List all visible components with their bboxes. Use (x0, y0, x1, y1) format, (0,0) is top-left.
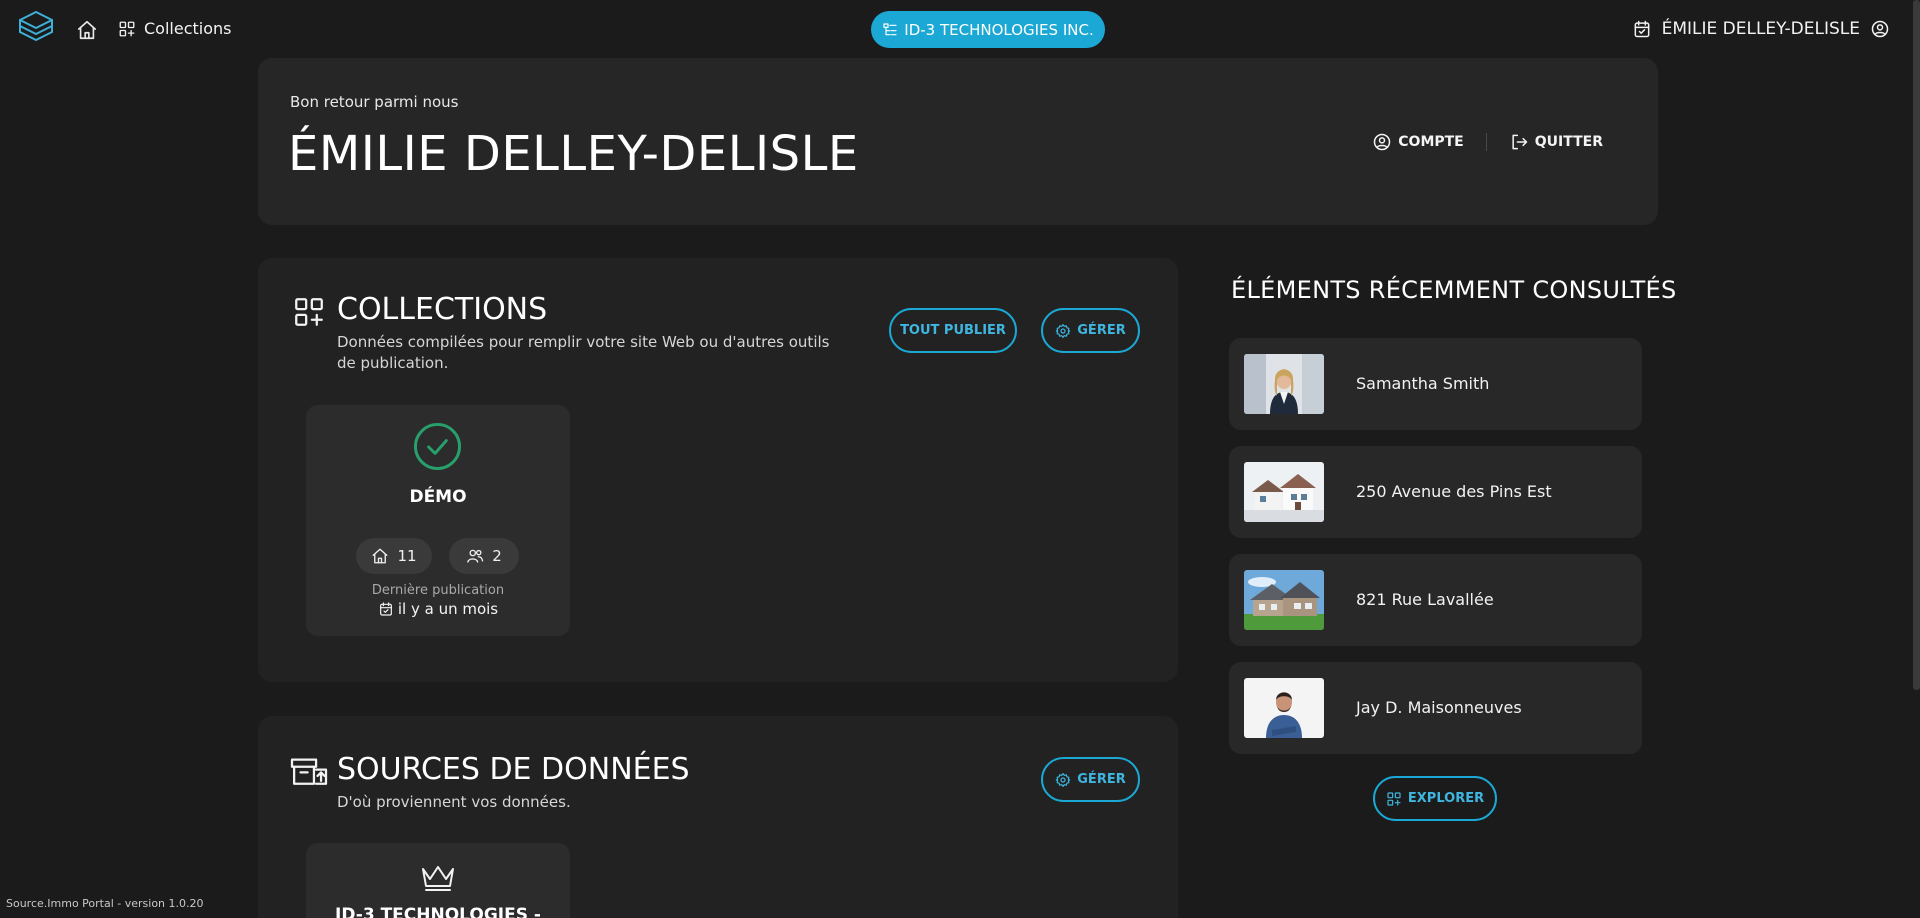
listings-count: 11 (397, 547, 417, 565)
collection-card-demo[interactable]: DÉMO 11 2 Dernière publication il y a un… (306, 405, 570, 636)
collections-manage-button[interactable]: GÉRER (1041, 308, 1140, 353)
agent-photo (1244, 678, 1324, 738)
welcome-user-name: ÉMILIE DELLEY-DELISLE (288, 126, 859, 182)
organization-name: ID-3 TECHNOLOGIES INC. (904, 20, 1094, 39)
quit-label: QUITTER (1534, 134, 1603, 150)
recent-items-title: ÉLÉMENTS RÉCEMMENT CONSULTÉS (1231, 276, 1677, 304)
explore-label: EXPLORER (1407, 791, 1485, 806)
welcome-actions: COMPTE QUITTER (1372, 132, 1603, 152)
org-tree-icon (882, 22, 898, 38)
user-menu[interactable]: ÉMILIE DELLEY-DELISLE (1632, 19, 1890, 39)
nav-collections-link[interactable]: Collections (118, 19, 231, 38)
actions-divider (1485, 133, 1487, 151)
recent-item-label: Jay D. Maisonneuves (1356, 698, 1522, 717)
check-circle-icon (413, 422, 462, 471)
listings-count-badge: 11 (356, 538, 432, 574)
calendar-check-icon (378, 601, 394, 617)
users-count-badge: 2 (449, 538, 519, 574)
users-icon (466, 547, 484, 565)
collections-manage-label: GÉRER (1077, 323, 1126, 338)
last-publication-value: il y a un mois (397, 600, 499, 618)
user-circle-icon (1372, 132, 1392, 152)
page-scrollbar[interactable] (1913, 0, 1920, 690)
publish-all-button[interactable]: TOUT PUBLIER (889, 308, 1017, 353)
recent-item-label: Samantha Smith (1356, 374, 1490, 393)
recent-item[interactable]: Jay D. Maisonneuves (1229, 662, 1642, 754)
account-button[interactable]: COMPTE (1372, 132, 1464, 152)
collections-icon (118, 20, 136, 38)
organization-selector-button[interactable]: ID-3 TECHNOLOGIES INC. (871, 11, 1105, 48)
user-circle-icon[interactable] (1870, 19, 1890, 39)
recent-item-label: 821 Rue Lavallée (1356, 590, 1494, 609)
agent-photo (1244, 354, 1324, 414)
recent-item-label: 250 Avenue des Pins Est (1356, 482, 1552, 501)
welcome-greeting: Bon retour parmi nous (290, 93, 459, 111)
recent-item[interactable]: Samantha Smith (1229, 338, 1642, 430)
gear-icon (1055, 772, 1071, 788)
collections-title: COLLECTIONS (337, 292, 548, 327)
user-name-top[interactable]: ÉMILIE DELLEY-DELISLE (1662, 19, 1860, 39)
data-sources-title: SOURCES DE DONNÉES (337, 752, 690, 787)
quit-button[interactable]: QUITTER (1509, 132, 1603, 152)
home-icon[interactable] (76, 19, 98, 41)
gear-icon (1055, 323, 1071, 339)
crown-icon (418, 861, 458, 893)
top-bar: Collections ID-3 TECHNOLOGIES INC. ÉMILI… (0, 0, 1920, 690)
last-publication-label: Dernière publication (371, 583, 505, 598)
publish-all-label: TOUT PUBLIER (900, 323, 1006, 338)
account-label: COMPTE (1398, 134, 1464, 150)
logout-icon (1509, 132, 1529, 152)
explore-button[interactable]: EXPLORER (1373, 776, 1497, 821)
collections-description: Données compilées pour remplir votre sit… (337, 333, 830, 372)
users-count: 2 (492, 547, 502, 565)
property-photo (1244, 462, 1324, 522)
last-publication-date: il y a un mois (306, 600, 570, 618)
data-source-card[interactable]: ID-3 TECHNOLOGIES - (306, 843, 570, 918)
sources-manage-button[interactable]: GÉRER (1041, 757, 1140, 802)
home-icon (371, 547, 389, 565)
collection-title: DÉMO (409, 487, 467, 507)
archive-upload-icon (289, 754, 329, 788)
collections-icon (1386, 791, 1402, 807)
sources-manage-label: GÉRER (1077, 772, 1126, 787)
recent-item[interactable]: 821 Rue Lavallée (1229, 554, 1642, 646)
collections-icon (292, 295, 326, 329)
property-photo (1244, 570, 1324, 630)
app-version: Source.Immo Portal - version 1.0.20 (6, 897, 204, 910)
nav-collections-label: Collections (144, 19, 232, 38)
calendar-check-icon[interactable] (1632, 19, 1652, 39)
data-source-title: ID-3 TECHNOLOGIES - (335, 905, 541, 918)
app-logo-icon[interactable] (16, 8, 56, 48)
recent-item[interactable]: 250 Avenue des Pins Est (1229, 446, 1642, 538)
welcome-card: Bon retour parmi nous ÉMILIE DELLEY-DELI… (258, 58, 1658, 225)
data-sources-description: D'où proviennent vos données. (337, 793, 571, 811)
